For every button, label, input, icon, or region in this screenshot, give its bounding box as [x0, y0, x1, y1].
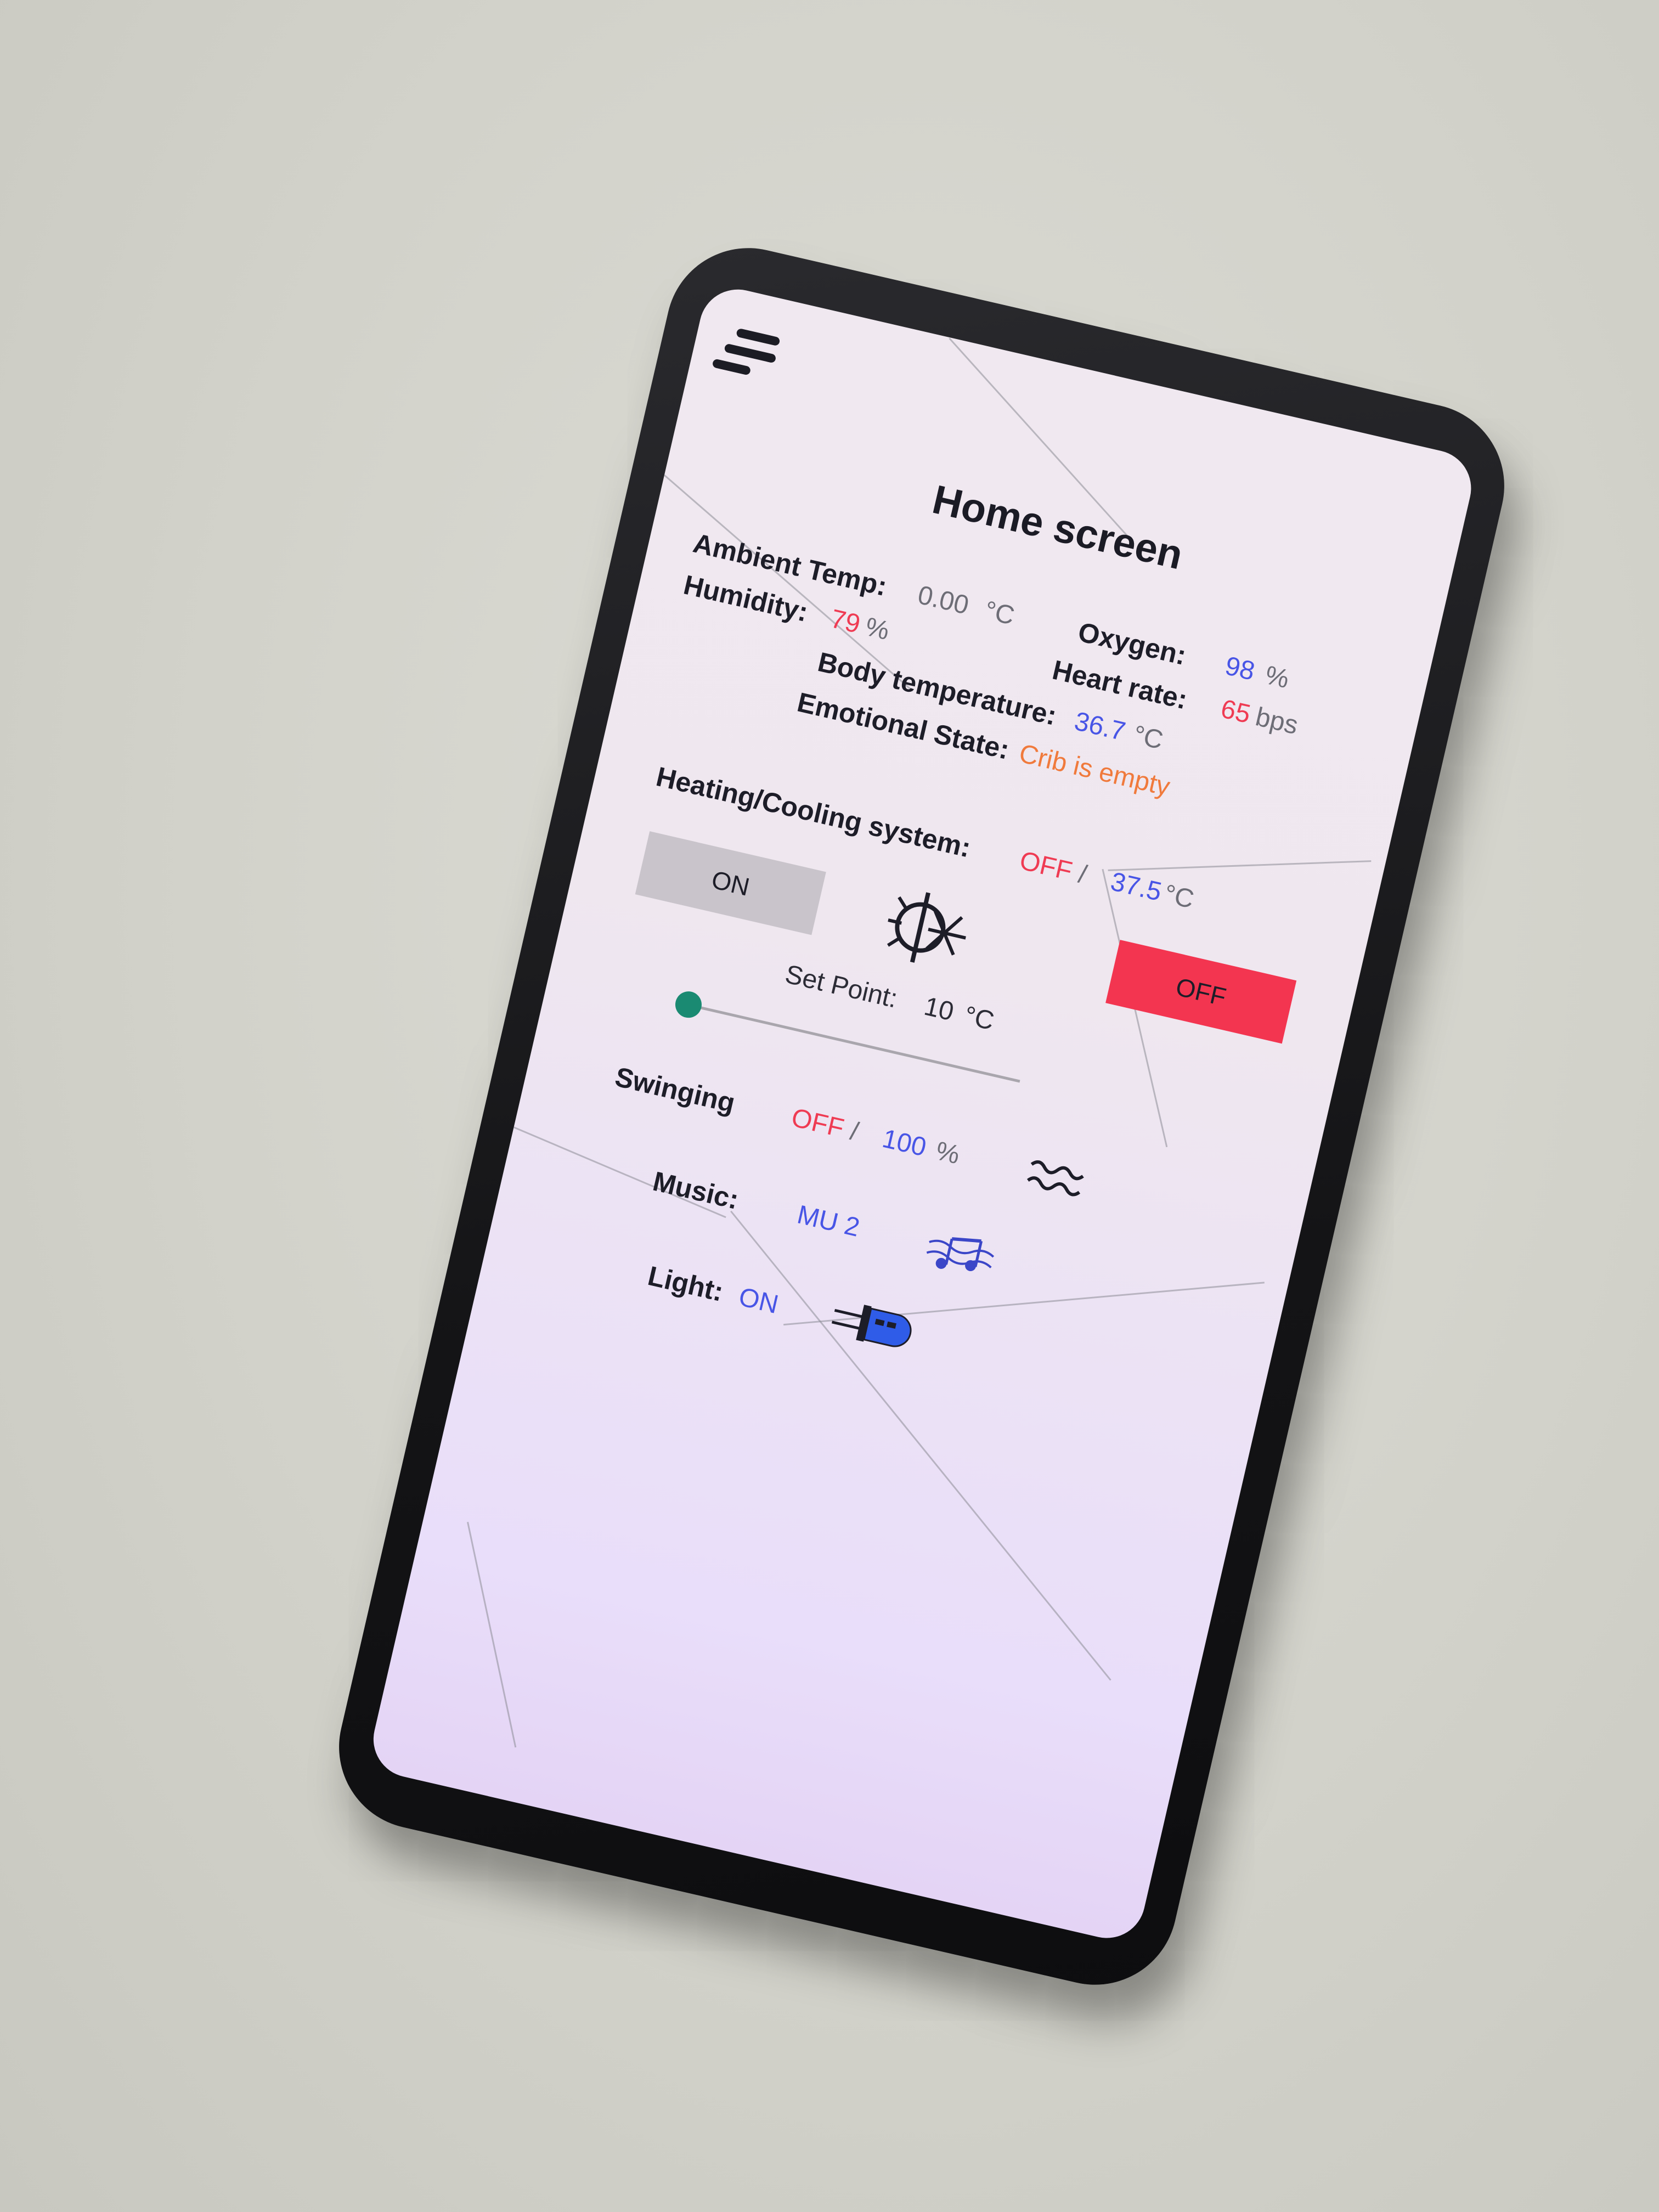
heating-cooling-target: 37.5	[1108, 867, 1165, 907]
menu-icon[interactable]	[710, 319, 782, 386]
menu-line	[736, 328, 781, 347]
screen-crack	[467, 1521, 517, 1748]
heating-on-button[interactable]: ON	[635, 831, 826, 935]
swinging-status: OFF	[788, 1103, 847, 1143]
photo-background: Home screen Ambient Temp: 0.00 °C Oxygen…	[0, 0, 1659, 2212]
oxygen-unit: %	[1262, 661, 1292, 695]
light-value: ON	[736, 1282, 781, 1320]
swinging-separator: /	[847, 1116, 861, 1147]
body-temperature-unit: °C	[1130, 720, 1166, 755]
phone-body: Home screen Ambient Temp: 0.00 °C Oxygen…	[323, 232, 1521, 2001]
heating-off-button[interactable]: OFF	[1105, 940, 1297, 1044]
ambient-temp-unit: °C	[981, 596, 1018, 631]
app-screen: Home screen Ambient Temp: 0.00 °C Oxygen…	[365, 281, 1479, 1946]
body-temperature-value: 36.7	[1071, 707, 1128, 747]
music-value: MU 2	[794, 1200, 862, 1243]
ambient-temp-value: 0.00	[915, 580, 972, 620]
menu-line	[724, 343, 777, 364]
humidity-value: 79	[828, 604, 863, 639]
screen-crack	[730, 1210, 1111, 1681]
screen-crack	[1108, 860, 1372, 871]
humidity-unit: %	[862, 612, 892, 646]
swinging-label: Swinging	[612, 1061, 738, 1119]
setpoint-unit: °C	[961, 1001, 997, 1036]
oxygen-value: 98	[1222, 651, 1258, 686]
swinging-level: 100	[879, 1124, 929, 1163]
light-label: Light:	[645, 1260, 726, 1307]
menu-line	[712, 358, 752, 376]
heart-rate-value: 65	[1218, 694, 1254, 730]
heart-rate-unit: bps	[1252, 702, 1301, 741]
heating-cooling-separator: /	[1075, 859, 1090, 890]
setpoint-slider-thumb[interactable]	[673, 989, 704, 1020]
heat-cool-icon	[887, 892, 966, 963]
music-notes-icon[interactable]	[920, 1217, 1002, 1287]
music-label: Music:	[650, 1165, 742, 1215]
setpoint-value: 10	[921, 991, 957, 1027]
swinging-unit: %	[933, 1136, 963, 1170]
wave-icon[interactable]	[1022, 1150, 1091, 1207]
setpoint-label: Set Point:	[782, 960, 900, 1014]
led-bulb-icon[interactable]	[825, 1288, 928, 1363]
heating-cooling-unit: °C	[1161, 879, 1197, 915]
heating-cooling-status: OFF	[1017, 846, 1075, 887]
